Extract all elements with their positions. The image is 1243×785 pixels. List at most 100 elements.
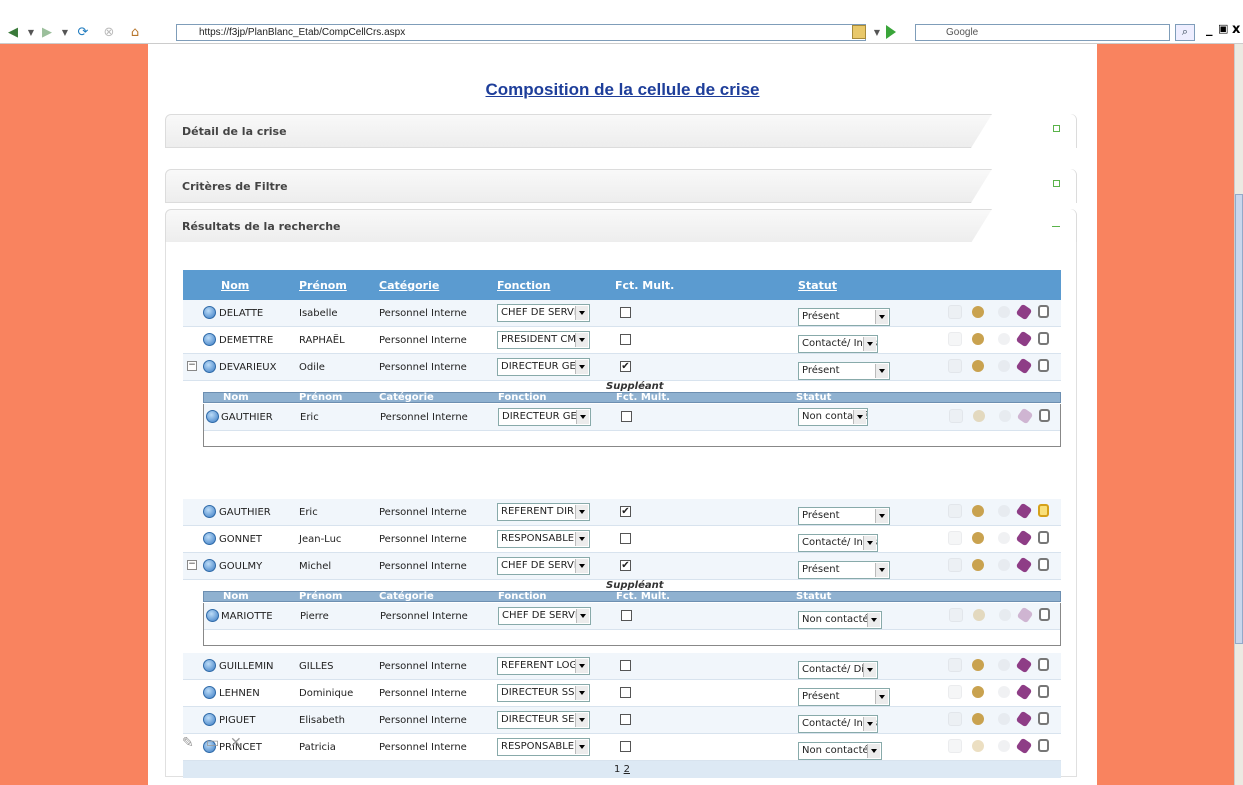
mail-icon[interactable] [998, 306, 1010, 318]
statut-select[interactable]: Non contacté [798, 742, 882, 760]
pager-icon[interactable] [1015, 330, 1033, 348]
lock-icon[interactable] [852, 25, 866, 39]
fonction-select[interactable]: PRESIDENT CME [497, 331, 590, 349]
info-icon[interactable] [203, 713, 216, 726]
pager-icon[interactable] [1015, 556, 1033, 574]
statut-select[interactable]: Présent [798, 688, 890, 706]
phone-icon[interactable] [973, 609, 985, 621]
fct-mult-checkbox[interactable] [621, 411, 632, 422]
edit-icon[interactable] [948, 685, 962, 699]
collapse-row-icon[interactable]: − [187, 560, 197, 570]
statut-select[interactable]: Contacté/ Indis [798, 534, 878, 552]
restore-icon[interactable]: ▣ [1218, 22, 1228, 35]
statut-select[interactable]: Présent [798, 362, 890, 380]
mail-icon[interactable] [998, 532, 1010, 544]
fct-mult-checkbox[interactable]: ✔ [620, 506, 631, 517]
fonction-select[interactable]: REFERENT LOGI [497, 657, 590, 675]
col-nom[interactable]: Nom [221, 279, 249, 292]
edit-icon[interactable] [948, 305, 962, 319]
info-icon[interactable] [203, 306, 216, 319]
fonction-select[interactable]: DIRECTEUR SER [497, 711, 590, 729]
collapse-row-icon[interactable]: − [187, 361, 197, 371]
mail-icon[interactable] [998, 686, 1010, 698]
phone-icon[interactable] [972, 740, 984, 752]
statut-select[interactable]: Non contacté [798, 611, 882, 629]
forward-dropdown-icon[interactable]: ▼ [56, 24, 74, 40]
lock-icon[interactable] [1038, 685, 1049, 698]
mail-icon[interactable] [998, 559, 1010, 571]
pager-icon[interactable] [1015, 656, 1033, 674]
pager-icon[interactable] [1015, 303, 1033, 321]
lock-icon[interactable] [1038, 658, 1049, 671]
edit-icon[interactable] [948, 558, 962, 572]
lock-icon[interactable] [1038, 332, 1049, 345]
pager-icon[interactable] [1015, 683, 1033, 701]
fct-mult-checkbox[interactable]: ✔ [620, 560, 631, 571]
lock-icon[interactable] [1038, 558, 1049, 571]
mail-icon[interactable] [998, 713, 1010, 725]
save-icon[interactable]: ▭ [206, 736, 220, 750]
phone-icon[interactable] [972, 333, 984, 345]
go-button[interactable] [886, 25, 896, 39]
edit-icon[interactable] [948, 359, 962, 373]
phone-icon[interactable] [972, 659, 984, 671]
close-window-icon[interactable]: x [1232, 22, 1240, 37]
edit-icon[interactable] [948, 531, 962, 545]
collapse-icon[interactable] [1052, 226, 1060, 227]
fct-mult-checkbox[interactable] [620, 307, 631, 318]
fct-mult-checkbox[interactable] [620, 533, 631, 544]
scrollbar-thumb[interactable] [1235, 194, 1243, 644]
expand-icon[interactable] [1053, 125, 1060, 132]
pager-icon[interactable] [1015, 737, 1033, 755]
info-icon[interactable] [203, 532, 216, 545]
statut-select[interactable]: Contacté/ Indis [798, 335, 878, 353]
statut-select[interactable]: Non contacté [798, 408, 868, 426]
address-bar[interactable]: https://f3jp/PlanBlanc_Etab/CompCellCrs.… [176, 24, 866, 41]
phone-icon[interactable] [972, 360, 984, 372]
mail-icon[interactable] [998, 360, 1010, 372]
address-dropdown-icon[interactable]: ▼ [868, 24, 886, 40]
lock-icon[interactable] [1038, 305, 1049, 318]
fonction-select[interactable]: DIRECTEUR GEN [498, 408, 591, 426]
mail-icon[interactable] [999, 609, 1011, 621]
info-icon[interactable] [203, 686, 216, 699]
refresh-icon[interactable]: ⟳ [74, 24, 92, 40]
edit-icon[interactable] [949, 409, 963, 423]
lock-icon[interactable] [1039, 608, 1050, 621]
info-icon[interactable] [203, 659, 216, 672]
forward-arrow-icon[interactable]: ▶ [38, 24, 56, 40]
mail-icon[interactable] [998, 659, 1010, 671]
page-2-link[interactable]: 2 [624, 764, 630, 775]
pager-icon[interactable] [1015, 710, 1033, 728]
fonction-select[interactable]: REFERENT DIREC [497, 503, 590, 521]
statut-select[interactable]: Présent [798, 561, 890, 579]
phone-icon[interactable] [972, 559, 984, 571]
mail-icon[interactable] [998, 505, 1010, 517]
edit-icon[interactable] [948, 658, 962, 672]
minimize-icon[interactable]: _ [1206, 22, 1213, 37]
phone-icon[interactable] [972, 713, 984, 725]
fct-mult-checkbox[interactable] [620, 741, 631, 752]
panel-criteres-filtre[interactable]: Critères de Filtre [165, 169, 1077, 203]
statut-select[interactable]: Présent [798, 308, 890, 326]
info-icon[interactable] [203, 559, 216, 572]
statut-select[interactable]: Présent [798, 507, 890, 525]
fonction-select[interactable]: RESPONSABLE [497, 530, 590, 548]
vertical-scrollbar[interactable] [1234, 44, 1243, 785]
fct-mult-checkbox[interactable] [621, 610, 632, 621]
lock-icon[interactable] [1038, 359, 1049, 372]
lock-icon[interactable] [1039, 409, 1050, 422]
statut-select[interactable]: Contacté/ Indis [798, 715, 878, 733]
edit-icon[interactable]: ✎ [182, 736, 196, 750]
col-statut[interactable]: Statut [798, 279, 837, 292]
fct-mult-checkbox[interactable] [620, 660, 631, 671]
lock-icon[interactable] [1038, 531, 1049, 544]
pager-icon[interactable] [1016, 407, 1034, 425]
pager-icon[interactable] [1015, 502, 1033, 520]
pager-icon[interactable] [1015, 529, 1033, 547]
panel-resultats[interactable]: Résultats de la recherche [165, 209, 1077, 243]
info-icon[interactable] [203, 333, 216, 346]
lock-icon[interactable] [1038, 739, 1049, 752]
fct-mult-checkbox[interactable]: ✔ [620, 361, 631, 372]
info-icon[interactable] [206, 410, 219, 423]
